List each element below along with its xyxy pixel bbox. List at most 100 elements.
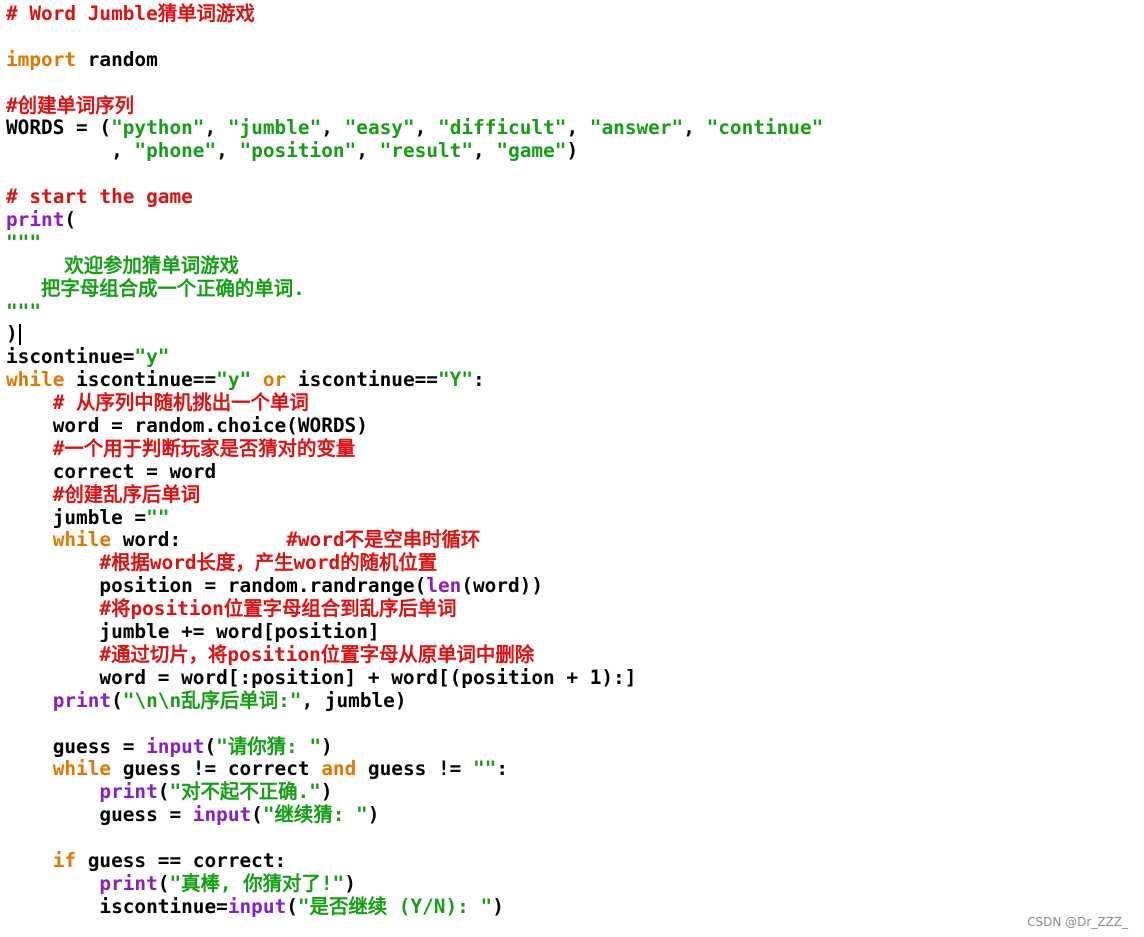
code-token-keyword: import [6, 47, 77, 71]
code-token-default: ) [492, 894, 504, 918]
code-line[interactable]: """ [6, 231, 823, 255]
code-line[interactable]: print( [6, 208, 823, 232]
code-line[interactable]: #将position位置字母组合到乱序后单词 [6, 597, 823, 621]
code-token-default: correct = word [6, 459, 217, 483]
code-line[interactable]: #创建乱序后单词 [6, 482, 823, 507]
code-token-default: word = word[:position] + word[(position … [6, 665, 637, 689]
code-line[interactable]: import random [6, 47, 823, 72]
code-line[interactable]: #根据word长度，产生word的随机位置 [6, 551, 823, 575]
code-token-default: ( [64, 208, 77, 232]
code-line[interactable]: print("对不起不正确.") [6, 780, 823, 804]
code-token-default [251, 368, 263, 391]
code-line[interactable]: print("真棒, 你猜对了!") [6, 871, 823, 896]
code-token-default: guess == correct: [76, 848, 287, 872]
text-cursor [18, 324, 21, 346]
code-line[interactable]: if guess == correct: [6, 848, 823, 873]
code-token-default: iscontinue= [6, 894, 228, 918]
code-line[interactable]: word = word[:position] + word[(position … [6, 665, 823, 690]
code-token-comment: #创建单词序列 [6, 93, 135, 117]
code-line[interactable]: iscontinue=input("是否继续 (Y/N): ") [6, 894, 823, 919]
code-token-default: ) [367, 803, 380, 827]
code-token-keyword: while [52, 528, 112, 552]
code-line[interactable]: # Word Jumble猜单词游戏 [6, 2, 823, 26]
code-token-string: "\n\n乱序后单词:" [122, 688, 302, 712]
code-token-comment: # Word Jumble猜单词游戏 [6, 2, 255, 25]
code-line[interactable]: # 从序列中随机挑出一个单词 [6, 391, 823, 415]
code-token-default: word: [111, 528, 287, 552]
code-editor[interactable]: # Word Jumble猜单词游戏 import random #创建单词序列… [6, 2, 823, 919]
code-line[interactable]: correct = word [6, 459, 823, 484]
code-token-comment: #一个用于判断玩家是否猜对的变量 [6, 436, 356, 460]
code-token-string: "easy" [344, 116, 415, 140]
code-token-string: 把字母组合成一个正确的单词. [6, 276, 305, 300]
code-token-builtin: len [426, 574, 462, 598]
code-line[interactable]: while iscontinue=="y" or iscontinue=="Y"… [6, 368, 823, 392]
code-token-default: iscontinue= [6, 345, 135, 369]
code-line[interactable] [6, 713, 823, 736]
code-token-default: random [76, 47, 158, 71]
code-token-default: , [473, 139, 497, 163]
code-token-builtin: input [146, 734, 205, 758]
code-token-keyword: and [321, 757, 357, 781]
code-token-default: , [321, 116, 345, 140]
code-line[interactable]: while word: #word不是空串时循环 [6, 529, 823, 552]
code-line[interactable] [6, 163, 823, 186]
code-line[interactable]: jumble ="" [6, 505, 823, 530]
code-token-keyword: while [52, 757, 112, 781]
code-line[interactable]: word = random.choice(WORDS) [6, 414, 823, 438]
code-line[interactable]: 把字母组合成一个正确的单词. [6, 276, 823, 301]
code-token-string: "" [473, 757, 497, 781]
code-token-default: , [566, 116, 590, 140]
code-token-default: ( [286, 894, 298, 918]
code-line[interactable]: position = random.randrange(len(word)) [6, 574, 823, 598]
code-line[interactable]: 欢迎参加猜单词游戏 [6, 254, 823, 278]
code-token-keyword: while [6, 368, 65, 392]
code-line[interactable]: # start the game [6, 185, 823, 209]
code-line[interactable] [6, 26, 823, 49]
code-token-default: , [204, 116, 228, 140]
code-line[interactable] [6, 72, 823, 95]
code-token-default: , [356, 139, 380, 163]
code-line[interactable]: #一个用于判断玩家是否猜对的变量 [6, 436, 823, 461]
code-token-comment: #通过切片，将position位置字母从原单词中删除 [6, 642, 535, 666]
code-token-default: ( [157, 871, 170, 895]
code-token-string: "真棒, 你猜对了!" [169, 871, 345, 895]
code-token-default: jumble = [6, 505, 147, 529]
code-line[interactable]: guess = input("请你猜: ") [6, 734, 823, 759]
code-token-string: "Y" [437, 368, 474, 392]
code-token-comment: #根据word长度，产生word的随机位置 [6, 551, 438, 575]
code-token-string: "y" [134, 345, 170, 369]
code-token-default: iscontinue== [286, 368, 438, 392]
code-token-default [6, 872, 99, 895]
code-token-default: WORDS = ( [6, 116, 112, 140]
code-line[interactable]: #通过切片，将position位置字母从原单词中删除 [6, 642, 823, 667]
code-token-string: "phone" [134, 139, 217, 163]
code-token-default: , [683, 116, 707, 140]
code-token-builtin: print [99, 871, 158, 895]
code-token-comment: #创建乱序后单词 [6, 482, 201, 506]
code-token-keyword: or [262, 368, 287, 392]
code-token-default: ( [111, 688, 123, 712]
code-line[interactable]: while guess != correct and guess != "": [6, 757, 823, 781]
code-token-string: "difficult" [438, 116, 567, 140]
code-line[interactable] [6, 827, 823, 850]
code-token-string: """ [6, 299, 42, 323]
code-token-default [6, 528, 53, 551]
code-line[interactable]: #创建单词序列 [6, 93, 823, 118]
code-token-string: "" [146, 505, 170, 529]
code-token-default: : [496, 757, 509, 781]
code-line[interactable]: ) [6, 323, 823, 346]
code-line[interactable]: , "phone", "position", "result", "game") [6, 139, 823, 163]
code-line[interactable]: iscontinue="y" [6, 345, 823, 369]
code-token-default [6, 757, 53, 780]
code-token-default: ( [251, 803, 263, 827]
code-token-default: (word)) [461, 574, 544, 598]
code-token-string: "python" [111, 116, 205, 140]
code-line[interactable]: print("\n\n乱序后单词:", jumble) [6, 688, 823, 713]
code-line[interactable]: guess = input("继续猜: ") [6, 803, 823, 827]
code-line[interactable]: jumble += word[position] [6, 620, 823, 644]
code-token-string: "对不起不正确." [169, 780, 321, 804]
code-line[interactable]: """ [6, 299, 823, 324]
code-line[interactable]: WORDS = ("python", "jumble", "easy", "di… [6, 117, 823, 140]
code-token-default: iscontinue== [64, 368, 217, 392]
